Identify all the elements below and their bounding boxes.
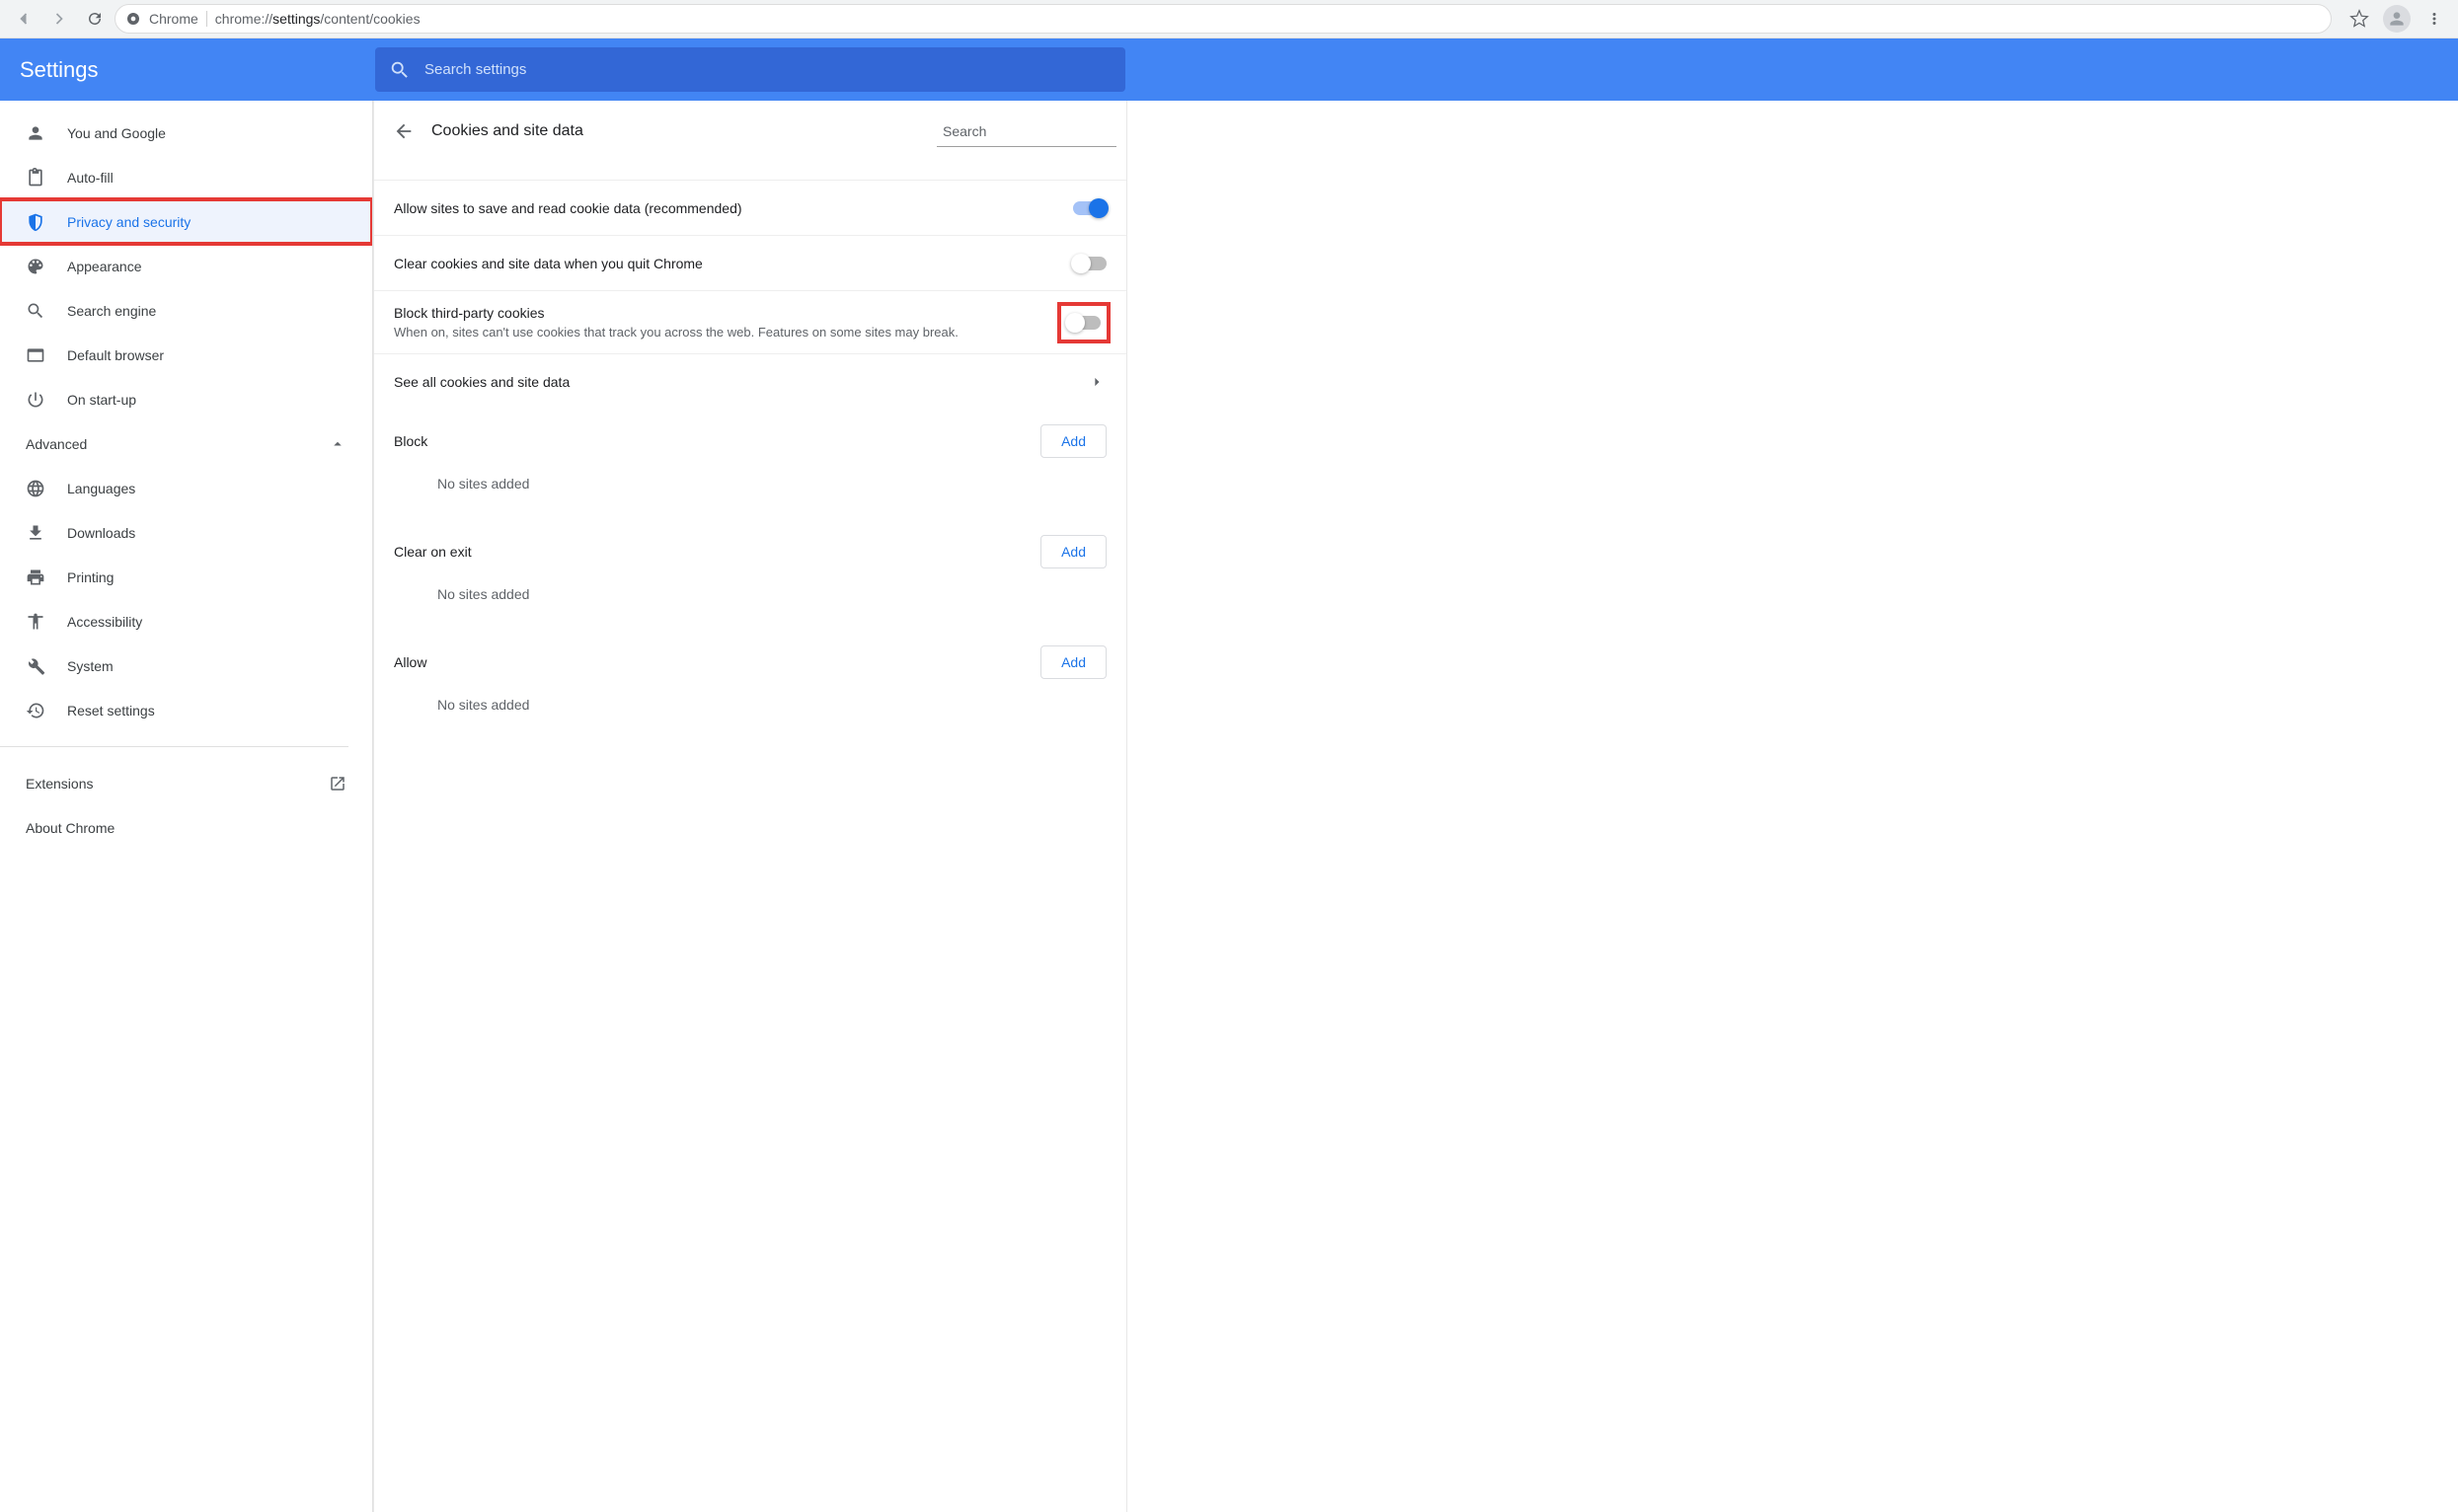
- row-sublabel: When on, sites can't use cookies that tr…: [394, 325, 1045, 340]
- nav-forward-button[interactable]: [43, 3, 75, 35]
- row-label: Allow sites to save and read cookie data…: [394, 200, 1057, 216]
- history-icon: [26, 701, 45, 720]
- address-bar[interactable]: Chrome chrome://settings/content/cookies: [115, 4, 2332, 34]
- sidebar-item-appearance[interactable]: Appearance: [0, 244, 372, 288]
- sidebar-item-autofill[interactable]: Auto-fill: [0, 155, 372, 199]
- nav-reload-button[interactable]: [79, 3, 111, 35]
- sidebar-item-label: Default browser: [67, 347, 164, 363]
- print-icon: [26, 567, 45, 587]
- sidebar-item-label: Reset settings: [67, 703, 155, 718]
- sidebar-item-label: Privacy and security: [67, 214, 191, 230]
- toggle-allow-cookies[interactable]: [1073, 201, 1107, 215]
- site-info-icon[interactable]: [125, 11, 141, 27]
- section-title: Allow: [394, 654, 426, 670]
- shield-icon: [26, 212, 45, 232]
- sidebar-item-accessibility[interactable]: Accessibility: [0, 599, 372, 643]
- section-title: Clear on exit: [394, 544, 472, 560]
- settings-header: Settings: [0, 38, 2458, 101]
- sidebar-item-startup[interactable]: On start-up: [0, 377, 372, 421]
- sidebar-item-about[interactable]: About Chrome: [0, 805, 372, 850]
- person-icon: [26, 123, 45, 143]
- sidebar-item-reset[interactable]: Reset settings: [0, 688, 372, 732]
- sidebar-divider: [0, 746, 348, 747]
- sidebar-item-label: Search engine: [67, 303, 156, 319]
- page-search-box[interactable]: [937, 115, 1116, 147]
- bookmark-star-icon[interactable]: [2343, 3, 2375, 35]
- search-icon: [389, 59, 411, 81]
- add-allow-button[interactable]: Add: [1040, 645, 1107, 679]
- browser-icon: [26, 345, 45, 365]
- row-label: See all cookies and site data: [394, 374, 1071, 390]
- row-allow-cookies: Allow sites to save and read cookie data…: [374, 180, 1126, 235]
- chevron-up-icon: [329, 435, 346, 453]
- row-label: Block third-party cookies: [394, 305, 1045, 321]
- sidebar-item-default-browser[interactable]: Default browser: [0, 333, 372, 377]
- palette-icon: [26, 257, 45, 276]
- row-clear-on-quit: Clear cookies and site data when you qui…: [374, 235, 1126, 290]
- search-icon: [26, 301, 45, 321]
- sidebar-item-downloads[interactable]: Downloads: [0, 510, 372, 555]
- add-block-button[interactable]: Add: [1040, 424, 1107, 458]
- sidebar-item-extensions[interactable]: Extensions: [0, 761, 372, 805]
- sidebar-item-label: System: [67, 658, 114, 674]
- section-title: Block: [394, 433, 427, 449]
- sidebar-item-label: Languages: [67, 481, 135, 496]
- accessibility-icon: [26, 612, 45, 632]
- about-label: About Chrome: [26, 820, 115, 836]
- sidebar-item-label: Printing: [67, 569, 114, 585]
- settings-search-box[interactable]: [375, 47, 1125, 92]
- row-see-all-cookies[interactable]: See all cookies and site data: [374, 353, 1126, 409]
- sidebar-item-privacy[interactable]: Privacy and security: [0, 199, 372, 244]
- sidebar-item-label: You and Google: [67, 125, 166, 141]
- sidebar: You and Google Auto-fill Privacy and sec…: [0, 101, 373, 1512]
- empty-message: No sites added: [394, 574, 1107, 626]
- settings-search-input[interactable]: [424, 61, 1112, 78]
- row-block-third-party: Block third-party cookies When on, sites…: [374, 290, 1126, 353]
- clipboard-icon: [26, 168, 45, 188]
- sidebar-item-languages[interactable]: Languages: [0, 466, 372, 510]
- sidebar-item-label: Downloads: [67, 525, 135, 541]
- power-icon: [26, 390, 45, 410]
- section-allow: Allow Add No sites added: [374, 630, 1126, 740]
- sidebar-item-search-engine[interactable]: Search engine: [0, 288, 372, 333]
- back-button[interactable]: [384, 112, 423, 151]
- sidebar-item-label: Appearance: [67, 259, 142, 274]
- nav-back-button[interactable]: [8, 3, 39, 35]
- empty-message: No sites added: [394, 464, 1107, 515]
- page-title: Cookies and site data: [431, 122, 583, 140]
- sidebar-item-you-and-google[interactable]: You and Google: [0, 111, 372, 155]
- page-search-input[interactable]: [943, 123, 1121, 139]
- sidebar-item-label: Accessibility: [67, 614, 142, 630]
- browser-toolbar: Chrome chrome://settings/content/cookies: [0, 0, 2458, 38]
- sidebar-item-system[interactable]: System: [0, 643, 372, 688]
- toggle-block-third-party[interactable]: [1061, 306, 1107, 340]
- sidebar-item-label: Auto-fill: [67, 170, 114, 186]
- settings-card: Cookies and site data Allow sites to sav…: [373, 101, 1127, 1512]
- section-clear-on-exit: Clear on exit Add No sites added: [374, 519, 1126, 630]
- profile-avatar-icon[interactable]: [2383, 5, 2411, 33]
- row-label: Clear cookies and site data when you qui…: [394, 256, 1057, 271]
- site-name: Chrome: [149, 11, 198, 27]
- extensions-label: Extensions: [26, 776, 93, 792]
- browser-menu-icon[interactable]: [2419, 3, 2450, 35]
- globe-icon: [26, 479, 45, 498]
- sidebar-item-label: On start-up: [67, 392, 136, 408]
- sidebar-item-printing[interactable]: Printing: [0, 555, 372, 599]
- url-text: chrome://settings/content/cookies: [215, 11, 421, 27]
- sidebar-advanced-toggle[interactable]: Advanced: [0, 421, 372, 466]
- wrench-icon: [26, 656, 45, 676]
- settings-title: Settings: [20, 57, 375, 83]
- toggle-clear-on-quit[interactable]: [1073, 257, 1107, 270]
- section-block: Block Add No sites added: [374, 409, 1126, 519]
- chevron-right-icon: [1087, 372, 1107, 392]
- empty-message: No sites added: [394, 685, 1107, 736]
- add-clear-button[interactable]: Add: [1040, 535, 1107, 568]
- advanced-label: Advanced: [26, 436, 87, 452]
- open-external-icon: [329, 775, 346, 793]
- address-separator: [206, 11, 207, 27]
- download-icon: [26, 523, 45, 543]
